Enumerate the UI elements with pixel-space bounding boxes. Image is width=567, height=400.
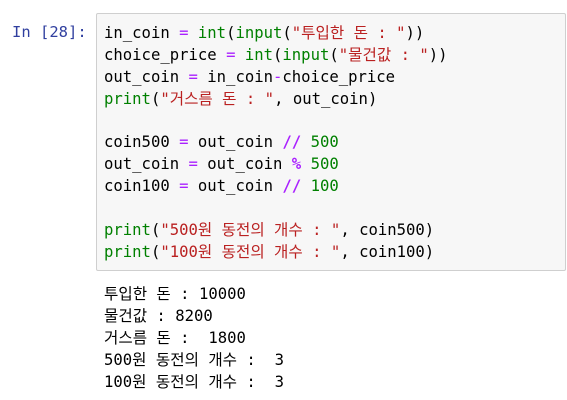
code-text: , coin100) xyxy=(340,242,435,261)
code-line: in_coin = int(input("투입한 돈 : ")) xyxy=(104,23,448,45)
code-text: ( xyxy=(273,45,283,64)
builtin-token: print xyxy=(104,242,151,261)
notebook-cell: In [28]: in_coin = int(input("투입한 돈 : ")… xyxy=(0,0,567,400)
output-line: 투입한 돈 : 10000 xyxy=(104,285,246,303)
code-text: choice_price xyxy=(104,45,217,64)
code-text: ( xyxy=(282,24,292,42)
code-text: out_coin xyxy=(104,67,180,86)
output-line: 100원 동전의 개수 : 3 xyxy=(104,372,284,391)
code-text: , out_coin) xyxy=(274,89,378,108)
input-prompt: In [28]: xyxy=(12,23,87,41)
code-text: ( xyxy=(150,242,161,261)
string-token: "투입한 돈 : " xyxy=(291,24,406,42)
code-line: print("100원 동전의 개수 : ", coin100) xyxy=(104,242,448,264)
code-text: ( xyxy=(150,89,161,108)
code-line: out_coin = out_coin % 500 xyxy=(104,154,448,176)
operator-token: = xyxy=(188,67,198,86)
code-text: , coin500) xyxy=(340,221,435,240)
operator-token: = xyxy=(179,133,189,152)
code-line: choice_price = int(input("물건값 : ")) xyxy=(104,45,448,67)
operator-token: // xyxy=(282,133,302,152)
code-text: choice_price xyxy=(282,67,396,86)
number-token: 100 xyxy=(310,177,339,196)
code-text: out_coin xyxy=(197,155,292,174)
operator-token: // xyxy=(282,177,302,196)
output-line: 500원 동전의 개수 : 3 xyxy=(104,350,284,369)
builtin-token: print xyxy=(104,89,151,108)
operator-token: = xyxy=(188,155,198,174)
code-text: out_coin xyxy=(104,155,180,174)
string-token: "100원 동전의 개수 : " xyxy=(160,242,341,261)
operator-token: = xyxy=(179,177,189,196)
code-text: coin100 xyxy=(104,177,170,196)
code-line: coin100 = out_coin // 100 xyxy=(104,176,448,198)
builtin-token: int xyxy=(244,45,274,64)
output-line: 물건값 : 8200 xyxy=(104,306,213,325)
builtin-token: int xyxy=(197,24,227,42)
code-text: )) xyxy=(405,24,425,42)
string-token: "500원 동전의 개수 : " xyxy=(160,221,341,240)
code-text: in_coin xyxy=(197,67,273,86)
builtin-token: input xyxy=(282,45,330,64)
code-line: out_coin = in_coin-choice_price xyxy=(104,67,448,89)
code-line: print("500원 동전의 개수 : ", coin500) xyxy=(104,220,448,242)
builtin-token: print xyxy=(104,221,151,240)
code-line: print("거스름 돈 : ", out_coin) xyxy=(104,89,448,111)
number-token: 500 xyxy=(310,155,339,174)
code-text: in_coin xyxy=(104,24,170,42)
operator-token: - xyxy=(273,67,283,86)
string-token: "거스름 돈 : " xyxy=(160,89,275,108)
cell-output: 투입한 돈 : 10000 물건값 : 8200 거스름 돈 : 1800 500원 … xyxy=(104,284,284,393)
output-line: 거스름 돈 : 1800 xyxy=(104,328,246,347)
operator-token: = xyxy=(179,24,189,42)
code-input-area[interactable]: in_coin = int(input("투입한 돈 : ")) choice_p… xyxy=(96,13,566,271)
code-line: coin500 = out_coin // 500 xyxy=(104,132,448,154)
code-text: )) xyxy=(428,45,448,64)
code-editor[interactable]: in_coin = int(input("투입한 돈 : ")) choice_p… xyxy=(104,23,448,264)
operator-token: % xyxy=(291,155,302,174)
code-text: out_coin xyxy=(188,177,283,196)
code-text: ( xyxy=(329,45,339,64)
code-text: coin500 xyxy=(104,133,170,152)
code-text: out_coin xyxy=(188,133,283,152)
number-token: 500 xyxy=(310,133,339,152)
string-token: "물건값 : " xyxy=(338,45,429,64)
code-text: ( xyxy=(150,221,161,240)
builtin-token: input xyxy=(235,24,283,42)
